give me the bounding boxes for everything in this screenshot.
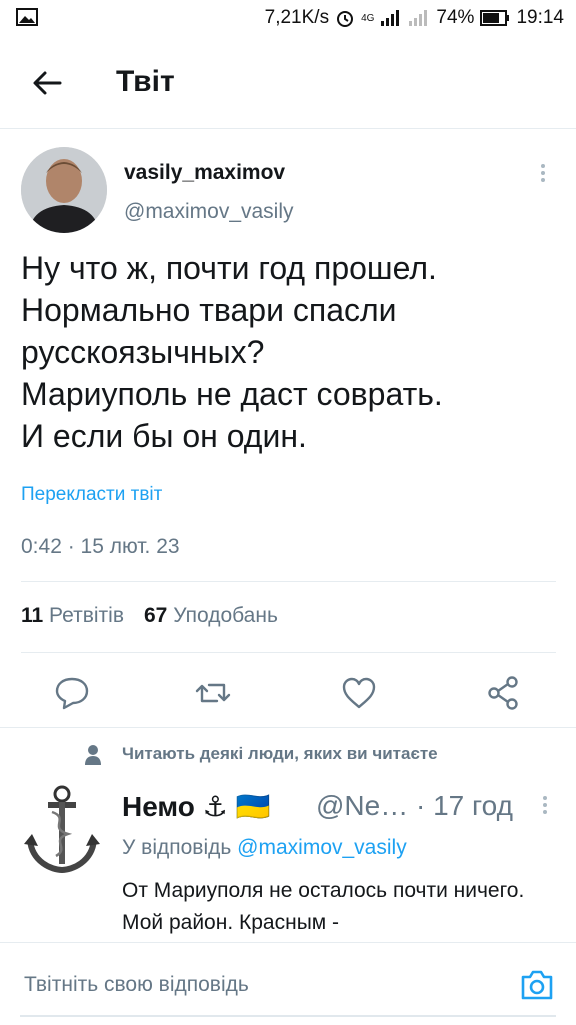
tweet-line: русскоязычных? [21, 334, 265, 370]
status-bar: 7,21K/s 4G 74% 19:14 [0, 0, 576, 38]
more-options-icon[interactable] [536, 162, 550, 184]
tweet-line: Ну что ж, почти год прошел. [21, 250, 437, 286]
signal-icon-2 [409, 10, 428, 26]
reply-input[interactable]: Твітніть свою відповідь [24, 973, 249, 997]
reply-display-name[interactable]: Немо ⚓ 🇺🇦 [122, 790, 270, 823]
translate-link[interactable]: Перекласти твіт [21, 484, 162, 506]
tweet-line: И если бы он один. [21, 418, 307, 454]
gallery-icon [16, 8, 38, 26]
social-context: Читають деякі люди, яких ви читаєте [122, 744, 438, 763]
divider [21, 581, 556, 582]
person-icon [85, 745, 101, 765]
section-divider [0, 727, 576, 728]
alarm-icon [337, 11, 354, 27]
camera-icon[interactable] [519, 967, 555, 1003]
retweet-stat[interactable]: 11 Ретвітів [21, 604, 124, 628]
reply-handle-time[interactable]: @Ne… · 17 год [316, 790, 513, 822]
reply-composer: Твітніть свою відповідь [0, 942, 576, 1025]
battery-percent: 74% [436, 7, 475, 28]
composer-underline [20, 1015, 556, 1017]
network-speed: 7,21K/s [264, 7, 330, 28]
retweet-label: Ретвітів [49, 604, 124, 627]
display-name[interactable]: vasily_maximov [124, 161, 285, 185]
tweet-stats: 11 Ретвітів 67 Уподобань [21, 604, 278, 628]
tweet-text: Ну что ж, почти год прошел. Нормально тв… [21, 247, 561, 457]
battery-icon [480, 10, 510, 26]
network-type: 4G [361, 12, 375, 24]
anchor-avatar[interactable] [22, 782, 102, 877]
clock: 19:14 [516, 7, 564, 28]
reply-text: От Мариуполя не осталось почти ничего. М… [122, 879, 525, 934]
replying-to-label: У відповідь [122, 836, 232, 859]
tweet-timestamp[interactable]: 0:42 · 15 лют. 23 [21, 535, 180, 559]
replying-to: У відповідь @maximov_vasily [122, 836, 407, 860]
retweet-icon[interactable] [193, 673, 233, 713]
reply-icon[interactable] [52, 673, 92, 713]
like-label: Уподобань [173, 604, 278, 627]
page-title: Твіт [116, 65, 175, 98]
like-icon[interactable] [339, 673, 379, 713]
divider [21, 652, 556, 653]
tweet-line: Нормально твари спасли [21, 292, 397, 328]
user-handle[interactable]: @maximov_vasily [124, 200, 294, 224]
back-arrow-icon[interactable] [30, 66, 64, 100]
avatar[interactable] [21, 147, 107, 233]
retweet-count: 11 [21, 604, 44, 627]
share-icon[interactable] [484, 673, 524, 713]
tweet-line: Мариуполь не даст соврать. [21, 376, 443, 412]
like-count: 67 [144, 604, 168, 627]
replying-to-handle[interactable]: @maximov_vasily [237, 836, 407, 859]
like-stat[interactable]: 67 Уподобань [144, 604, 278, 628]
more-options-icon[interactable] [538, 794, 552, 816]
top-bar: Твіт [0, 38, 576, 129]
tweet-actions [0, 669, 576, 729]
signal-icon [381, 10, 400, 26]
